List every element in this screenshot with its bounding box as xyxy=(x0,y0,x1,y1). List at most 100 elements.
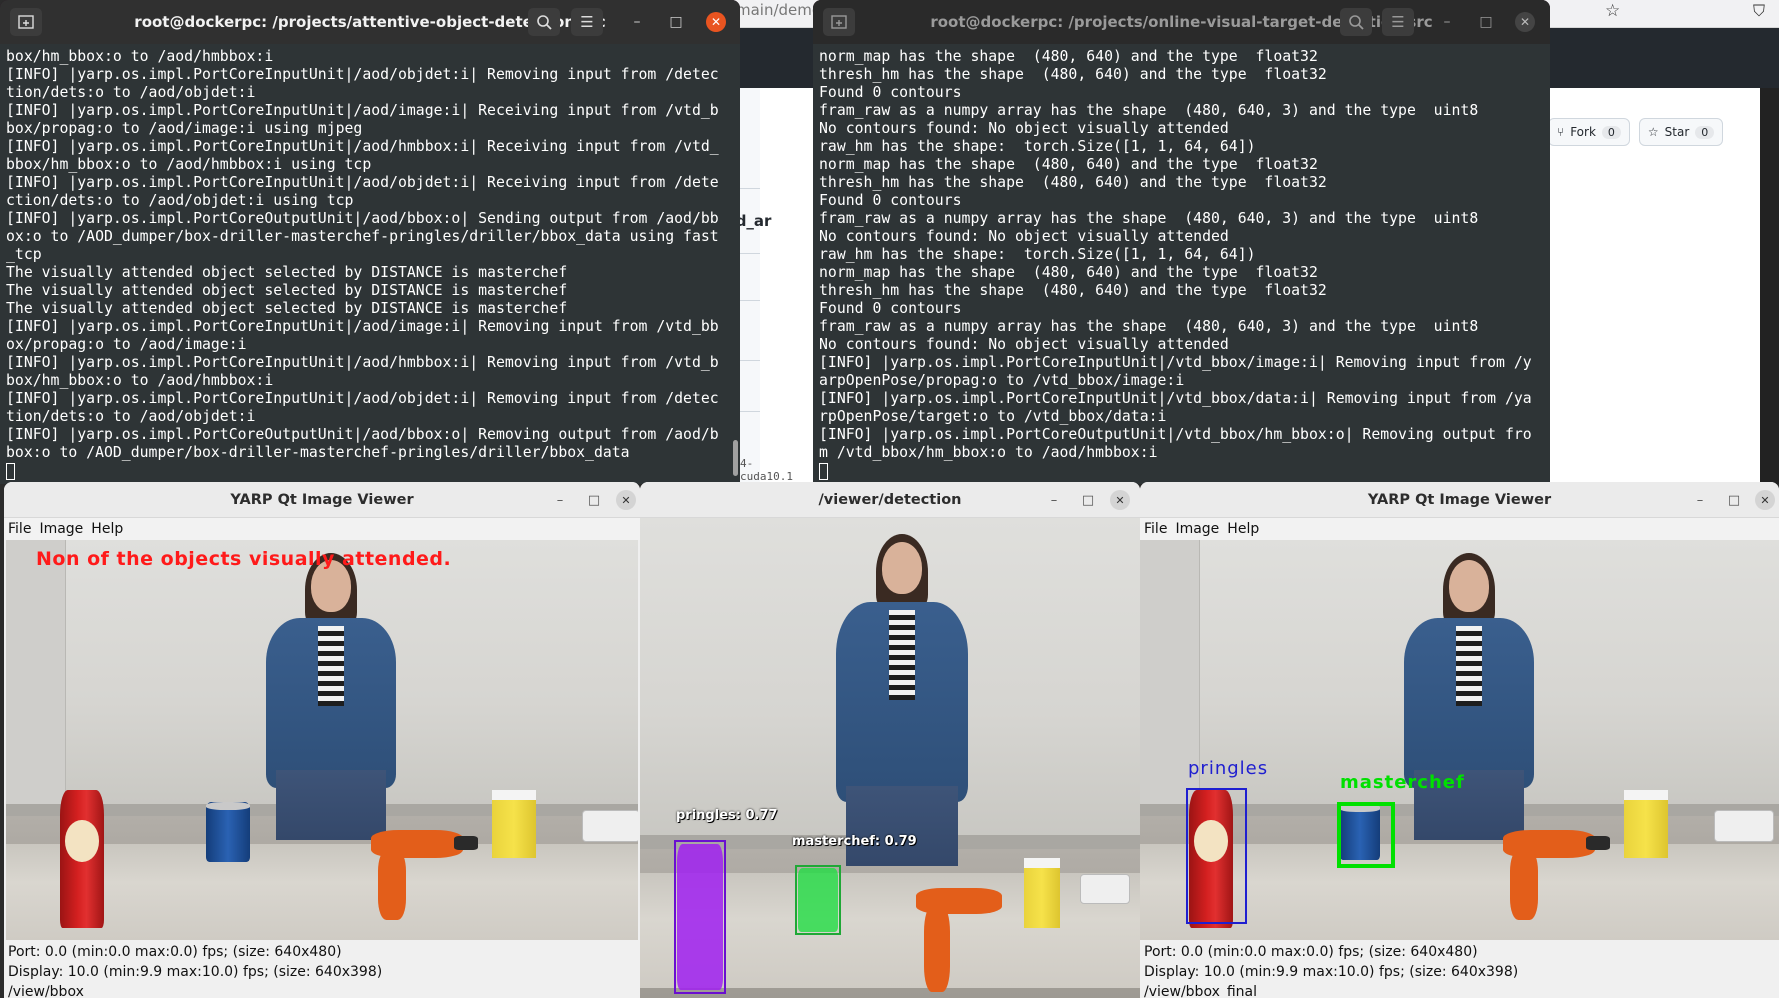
image-viewer-left[interactable]: YARP Qt Image Viewer – □ ✕ File Image He… xyxy=(4,482,640,998)
viewer-titlebar[interactable]: YARP Qt Image Viewer – □ ✕ xyxy=(4,482,640,518)
terminal-output[interactable]: box/hm_bbox:o to /aod/hmbbox:i [INFO] |ya… xyxy=(0,44,740,484)
minimize-button[interactable]: – xyxy=(550,490,570,510)
search-button[interactable] xyxy=(528,8,560,36)
maximize-button[interactable]: □ xyxy=(584,490,604,510)
viewer-title: /viewer/detection xyxy=(818,492,962,508)
terminal-line: tion/dets:o to /aod/objdet:i xyxy=(6,408,256,425)
viewer-status-bar: Port: 0.0 (min:0.0 max:0.0) fps; (size: … xyxy=(4,940,640,998)
terminal-output[interactable]: norm_map has the shape (480, 640) and th… xyxy=(813,44,1550,484)
terminal-line: [INFO] |yarp.os.impl.PortCoreInputUnit|/… xyxy=(6,318,719,335)
minimize-button[interactable]: – xyxy=(625,10,649,34)
terminal-line: No contours found: No object visually at… xyxy=(819,228,1229,245)
minimize-icon: – xyxy=(1050,492,1058,508)
pringles-bbox xyxy=(674,840,726,994)
minimize-button[interactable]: – xyxy=(1690,490,1710,510)
terminal-line: _tcp xyxy=(6,246,42,263)
drill-handle xyxy=(1510,850,1538,920)
maximize-button[interactable]: □ xyxy=(1078,490,1098,510)
terminal-line: [INFO] |yarp.os.impl.PortCoreInputUnit|/… xyxy=(819,390,1532,407)
close-button[interactable]: ✕ xyxy=(1110,490,1130,510)
search-icon xyxy=(537,15,552,30)
terminal-line: [INFO] |yarp.os.impl.PortCoreInputUnit|/… xyxy=(819,354,1532,371)
minimize-icon: – xyxy=(633,14,641,30)
close-button[interactable]: ✕ xyxy=(1515,12,1535,32)
menu-help[interactable]: Help xyxy=(1227,518,1259,540)
pringles-bbox xyxy=(1186,788,1247,924)
power-strip xyxy=(1080,874,1130,904)
terminal-line: fram_raw as a numpy array has the shape … xyxy=(819,102,1479,119)
terminal-titlebar[interactable]: root@dockerpc: /projects/online-visual-t… xyxy=(813,0,1550,44)
masterchef-bbox xyxy=(795,865,841,935)
terminal-line: raw_hm has the shape: torch.Size([1, 1, … xyxy=(819,246,1256,263)
star-button[interactable]: ☆ Star 0 xyxy=(1638,118,1724,146)
terminal-line: The visually attended object selected by… xyxy=(6,282,568,299)
terminal-titlebar[interactable]: root@dockerpc: /projects/attentive-objec… xyxy=(0,0,740,44)
close-icon: ✕ xyxy=(1519,15,1531,29)
terminal-scrollbar[interactable] xyxy=(733,440,738,476)
domino-box xyxy=(1624,790,1668,858)
menu-button[interactable]: ☰ xyxy=(1382,8,1414,36)
close-icon: ✕ xyxy=(710,15,722,29)
menu-image[interactable]: Image xyxy=(39,518,83,540)
fork-count: 0 xyxy=(1601,125,1621,139)
star-label: Star xyxy=(1664,125,1690,139)
viewer-titlebar[interactable]: YARP Qt Image Viewer – □ ✕ xyxy=(1140,482,1779,518)
desktop: main/demo ☆ ⛉ build_ar 4-cuda10.1 ⑂ Fork… xyxy=(0,0,1779,998)
minimize-button[interactable]: – xyxy=(1435,10,1459,34)
terminal-line: norm_map has the shape (480, 640) and th… xyxy=(819,48,1318,65)
minimize-button[interactable]: – xyxy=(1044,490,1064,510)
viewer-titlebar[interactable]: /viewer/detection – □ ✕ xyxy=(640,482,1140,518)
terminal-line: [INFO] |yarp.os.impl.PortCoreInputUnit|/… xyxy=(6,174,719,191)
terminal-window-right[interactable]: root@dockerpc: /projects/online-visual-t… xyxy=(813,0,1550,484)
viewer-menubar: File Image Help xyxy=(4,518,640,540)
minimize-icon: – xyxy=(556,492,564,508)
close-button[interactable]: ✕ xyxy=(616,490,636,510)
search-button[interactable] xyxy=(1340,8,1372,36)
menu-help[interactable]: Help xyxy=(91,518,123,540)
power-strip xyxy=(582,810,638,842)
image-viewer-right[interactable]: YARP Qt Image Viewer – □ ✕ File Image He… xyxy=(1140,482,1779,998)
terminal-cursor-line xyxy=(6,462,734,480)
shield-icon[interactable]: ⛉ xyxy=(1753,1,1765,21)
masterchef-box-label: masterchef xyxy=(1340,772,1465,793)
maximize-icon: □ xyxy=(669,14,683,30)
star-count: 0 xyxy=(1695,125,1715,139)
fork-button[interactable]: ⑂ Fork 0 xyxy=(1548,118,1630,146)
terminal-line: [INFO] |yarp.os.impl.PortCoreOutputUnit|… xyxy=(6,210,719,227)
domino-box xyxy=(492,790,536,858)
terminal-window-left[interactable]: root@dockerpc: /projects/attentive-objec… xyxy=(0,0,740,484)
masterchef-bbox xyxy=(1337,802,1395,868)
terminal-line: Found 0 contours xyxy=(819,300,962,317)
terminal-line: norm_map has the shape (480, 640) and th… xyxy=(819,264,1318,281)
terminal-line: thresh_hm has the shape (480, 640) and t… xyxy=(819,282,1327,299)
viewer-title: YARP Qt Image Viewer xyxy=(1367,492,1552,508)
drill-handle xyxy=(924,906,950,992)
close-button[interactable]: ✕ xyxy=(1755,490,1775,510)
maximize-button[interactable]: □ xyxy=(664,10,688,34)
power-strip xyxy=(1714,810,1774,842)
menu-file[interactable]: File xyxy=(8,518,31,540)
star-icon: ☆ xyxy=(1647,125,1659,139)
close-button[interactable]: ✕ xyxy=(706,12,726,32)
terminal-line: [INFO] |yarp.os.impl.PortCoreInputUnit|/… xyxy=(6,354,719,371)
close-icon: ✕ xyxy=(621,493,631,507)
terminal-line: fram_raw as a numpy array has the shape … xyxy=(819,318,1479,335)
terminal-line: [INFO] |yarp.os.impl.PortCoreInputUnit|/… xyxy=(6,138,719,155)
menu-image[interactable]: Image xyxy=(1175,518,1219,540)
maximize-button[interactable]: □ xyxy=(1724,490,1744,510)
repo-actions: ⑂ Fork 0 ☆ Star 0 xyxy=(1548,118,1724,152)
terminal-line: raw_hm has the shape: torch.Size([1, 1, … xyxy=(819,138,1256,155)
menu-button[interactable]: ☰ xyxy=(571,8,603,36)
minimize-icon: – xyxy=(1443,14,1451,30)
browser-url-text: main/demo xyxy=(736,1,822,19)
terminal-line: The visually attended object selected by… xyxy=(6,264,568,281)
terminal-line: fram_raw as a numpy array has the shape … xyxy=(819,210,1479,227)
maximize-icon: □ xyxy=(1081,492,1095,508)
detection-viewer[interactable]: /viewer/detection – □ ✕ pringles: 0.77 m… xyxy=(640,482,1140,998)
bookmark-star-icon[interactable]: ☆ xyxy=(1605,1,1620,21)
terminal-line: rpOpenPose/target:o to /vtd_bbox/data:i xyxy=(819,408,1167,425)
file-list-item-version[interactable]: 4-cuda10.1 xyxy=(740,457,793,483)
menu-file[interactable]: File xyxy=(1144,518,1167,540)
maximize-button[interactable]: □ xyxy=(1474,10,1498,34)
hamburger-menu-icon: ☰ xyxy=(580,13,594,31)
